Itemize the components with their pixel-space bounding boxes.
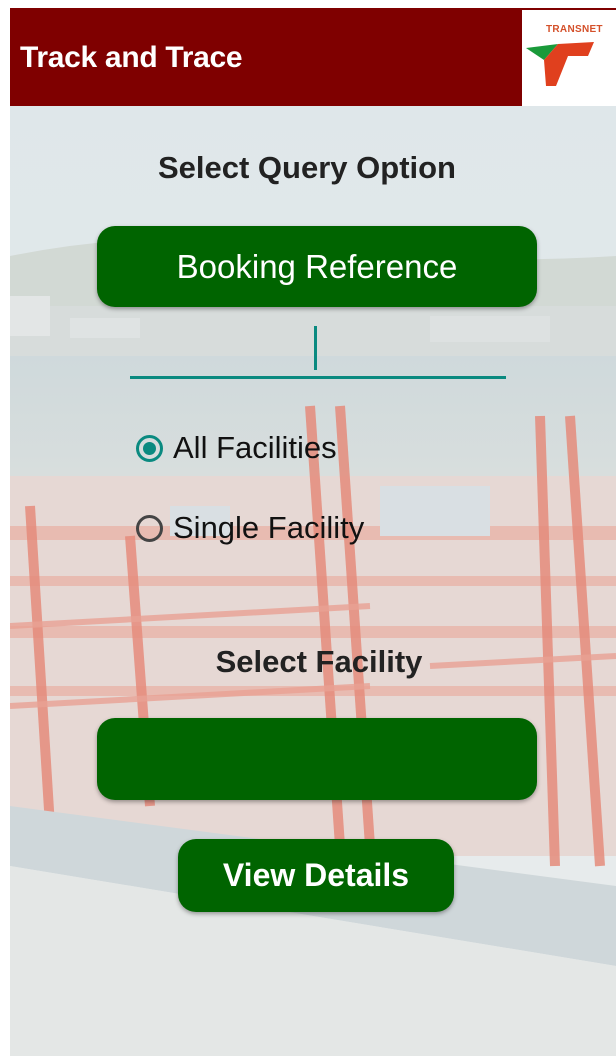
app-screen: Track and Trace TRANSNET Select Query Op… — [10, 8, 616, 1056]
facility-dropdown[interactable] — [97, 718, 537, 800]
main-content: Select Query Option Booking Reference Al… — [10, 8, 616, 1056]
select-facility-title: Select Facility — [215, 644, 423, 679]
query-option-button[interactable]: Booking Reference — [97, 226, 537, 307]
view-details-label: View Details — [222, 857, 410, 893]
radio-label: Single Facility — [173, 510, 365, 545]
query-option-title: Select Query Option — [157, 150, 456, 185]
radio-unchecked-icon — [136, 514, 163, 542]
query-option-label: Booking Reference — [176, 247, 458, 285]
radio-single-facility[interactable]: Single Facility — [136, 510, 364, 546]
view-details-button[interactable]: View Details — [178, 839, 454, 912]
radio-all-facilities[interactable]: All Facilities — [136, 430, 337, 466]
radio-checked-icon — [136, 434, 163, 462]
radio-label: All Facilities — [173, 430, 337, 465]
reference-input[interactable] — [130, 326, 506, 379]
text-cursor — [314, 326, 317, 370]
